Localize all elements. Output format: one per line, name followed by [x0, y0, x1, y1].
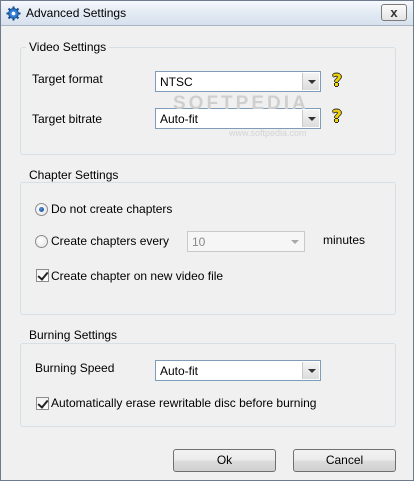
- target-bitrate-label: Target bitrate: [32, 112, 103, 126]
- chevron-down-icon[interactable]: [286, 233, 303, 250]
- help-icon[interactable]: ?: [330, 72, 344, 90]
- chapter-settings-title: Chapter Settings: [26, 168, 122, 182]
- chapters-every-radio[interactable]: [35, 235, 48, 248]
- video-settings-title: Video Settings: [26, 40, 110, 54]
- erase-disc-label[interactable]: Automatically erase rewritable disc befo…: [51, 396, 316, 410]
- gear-icon: [6, 6, 21, 21]
- no-chapters-radio[interactable]: [35, 203, 48, 216]
- burning-settings-group: [20, 343, 396, 427]
- chevron-down-icon[interactable]: [302, 362, 319, 379]
- chapter-interval-value: 10: [192, 235, 206, 249]
- burning-speed-label: Burning Speed: [35, 361, 115, 375]
- help-icon[interactable]: ?: [330, 108, 344, 126]
- close-button[interactable]: x: [381, 4, 407, 21]
- minutes-label: minutes: [323, 233, 366, 247]
- new-file-chapter-label[interactable]: Create chapter on new video file: [51, 269, 223, 283]
- cancel-button[interactable]: Cancel: [293, 449, 396, 472]
- erase-disc-checkbox[interactable]: [36, 397, 49, 410]
- target-bitrate-select[interactable]: Auto-fit: [155, 108, 321, 129]
- target-format-value: NTSC: [160, 75, 193, 89]
- burning-settings-title: Burning Settings: [26, 328, 121, 342]
- burning-speed-value: Auto-fit: [160, 364, 199, 378]
- no-chapters-label[interactable]: Do not create chapters: [51, 202, 172, 216]
- title-bar[interactable]: Advanced Settings x: [1, 1, 413, 26]
- advanced-settings-dialog: Advanced Settings x Video Settings Targe…: [0, 0, 414, 481]
- ok-button[interactable]: Ok: [173, 449, 276, 472]
- target-bitrate-value: Auto-fit: [160, 112, 199, 126]
- chapters-every-label[interactable]: Create chapters every: [51, 234, 169, 248]
- target-format-label: Target format: [32, 72, 103, 86]
- video-settings-group: [20, 47, 396, 155]
- target-format-select[interactable]: NTSC: [155, 71, 321, 92]
- chapter-interval-select[interactable]: 10: [187, 231, 305, 252]
- window-title: Advanced Settings: [26, 6, 127, 20]
- new-file-chapter-checkbox[interactable]: [36, 269, 49, 282]
- chevron-down-icon[interactable]: [302, 110, 319, 127]
- burning-speed-select[interactable]: Auto-fit: [155, 360, 321, 381]
- chevron-down-icon[interactable]: [302, 73, 319, 90]
- close-icon: x: [390, 5, 398, 20]
